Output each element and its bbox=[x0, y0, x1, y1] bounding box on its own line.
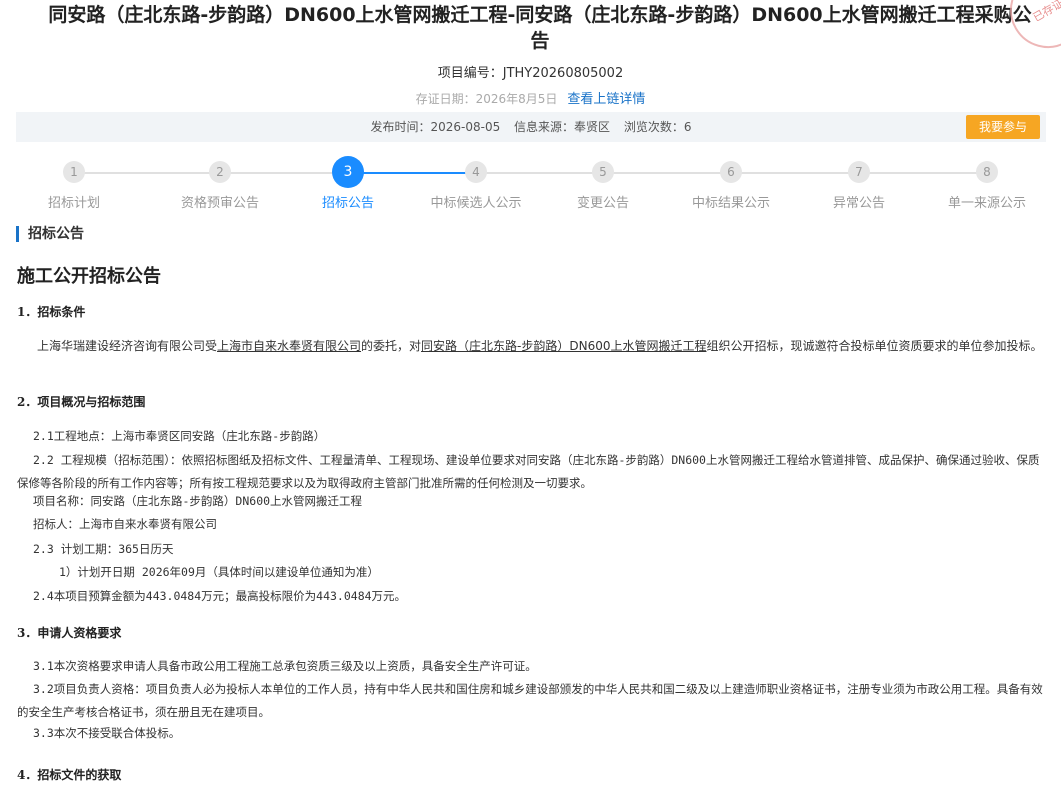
section-heading: 招标公告 bbox=[16, 226, 84, 242]
process-steps: 1 招标计划 2 资格预审公告 3 招标公告 4 中标候选人公示 5 变更公告 6 中标结果… bbox=[0, 156, 1061, 216]
view-count: 浏览次数：6 bbox=[623, 120, 692, 134]
heading-2: 2．项目概况与招标范围 bbox=[17, 395, 146, 409]
step-label: 招标公告 bbox=[321, 196, 374, 211]
step-label: 资格预审公告 bbox=[180, 196, 259, 211]
tenderer-link[interactable]: 上海市自来水奉贤有限公司 bbox=[217, 339, 361, 353]
step-number: 5 bbox=[592, 161, 614, 183]
step-number: 7 bbox=[848, 161, 870, 183]
line-2-1: 2.1工程地点：上海市奉贤区同安路（庄北东路-步韵路） bbox=[33, 429, 326, 443]
certificate-row: 存证日期：2026年8月5日 查看上链详情 bbox=[0, 88, 1061, 107]
step-label: 变更公告 bbox=[576, 196, 629, 211]
step-number: 2 bbox=[209, 161, 231, 183]
line-2-4: 2.4本项目预算金额为443.0484万元；最高投标限价为443.0484万元。 bbox=[33, 589, 407, 603]
line-2-2: 2.2 工程规模（招标范围）：依照招标图纸及招标文件、工程量清单、工程现场、建设… bbox=[17, 453, 1040, 490]
line-tenderer: 招标人：上海市自来水奉贤有限公司 bbox=[33, 517, 217, 531]
step-3[interactable]: 3 招标公告 bbox=[288, 156, 408, 211]
publish-time: 发布时间：2026-08-05 bbox=[370, 120, 501, 134]
paragraph-conditions: 上海华瑞建设经济咨询有限公司受上海市自来水奉贤有限公司的委托，对同安路（庄北东路… bbox=[37, 339, 1043, 353]
step-number: 4 bbox=[465, 161, 487, 183]
step-label: 中标结果公示 bbox=[691, 196, 770, 211]
line-start-date: 1）计划开日期 2026年09月（具体时间以建设单位通知为准） bbox=[59, 565, 379, 579]
heading-4: 4．招标文件的获取 bbox=[17, 768, 122, 782]
line-3-1: 3.1本次资格要求申请人具备市政公用工程施工总承包资质三级及以上资质，具备安全生… bbox=[33, 659, 537, 673]
step-label: 招标计划 bbox=[47, 196, 100, 211]
line-2-3: 2.3 计划工期：365日历天 bbox=[33, 542, 174, 556]
heading-3: 3．申请人资格要求 bbox=[17, 626, 122, 640]
line-3-3: 3.3本次不接受联合体投标。 bbox=[33, 726, 181, 740]
step-number: 8 bbox=[976, 161, 998, 183]
step-6[interactable]: 6 中标结果公示 bbox=[671, 156, 791, 211]
line-3-2: 3.2项目负责人资格：项目负责人必为投标人本单位的工作人员，持有中华人民共和国住… bbox=[17, 682, 1043, 719]
step-1[interactable]: 1 招标计划 bbox=[14, 156, 134, 211]
step-label: 中标候选人公示 bbox=[430, 196, 522, 211]
step-number: 3 bbox=[332, 156, 364, 188]
step-number: 6 bbox=[720, 161, 742, 183]
step-5[interactable]: 5 变更公告 bbox=[543, 156, 663, 211]
step-label: 异常公告 bbox=[832, 196, 885, 211]
document-title: 施工公开招标公告 bbox=[17, 266, 161, 287]
line-project-name: 项目名称：同安路（庄北东路-步韵路）DN600上水管网搬迁工程 bbox=[33, 494, 363, 508]
step-2[interactable]: 2 资格预审公告 bbox=[160, 156, 280, 211]
project-link[interactable]: 同安路（庄北东路-步韵路）DN600上水管网搬迁工程 bbox=[421, 339, 706, 353]
step-7[interactable]: 7 异常公告 bbox=[799, 156, 919, 211]
step-8[interactable]: 8 单一来源公示 bbox=[927, 156, 1047, 211]
step-number: 1 bbox=[63, 161, 85, 183]
step-4[interactable]: 4 中标候选人公示 bbox=[416, 156, 536, 211]
join-button[interactable]: 我要参与 bbox=[966, 115, 1040, 139]
cert-date: 存证日期：2026年8月5日 bbox=[415, 92, 558, 106]
page-title: 同安路（庄北东路-步韵路）DN600上水管网搬迁工程-同安路（庄北东路-步韵路）… bbox=[48, 4, 1032, 52]
heading-1: 1．招标条件 bbox=[17, 305, 86, 319]
step-label: 单一来源公示 bbox=[947, 196, 1026, 211]
project-number: 项目编号：JTHY20260805002 bbox=[437, 66, 624, 81]
info-bar: 发布时间：2026-08-05 信息来源：奉贤区 浏览次数：6 我要参与 bbox=[16, 112, 1046, 142]
chain-detail-link[interactable]: 查看上链详情 bbox=[567, 92, 645, 107]
info-source: 信息来源：奉贤区 bbox=[514, 120, 611, 134]
